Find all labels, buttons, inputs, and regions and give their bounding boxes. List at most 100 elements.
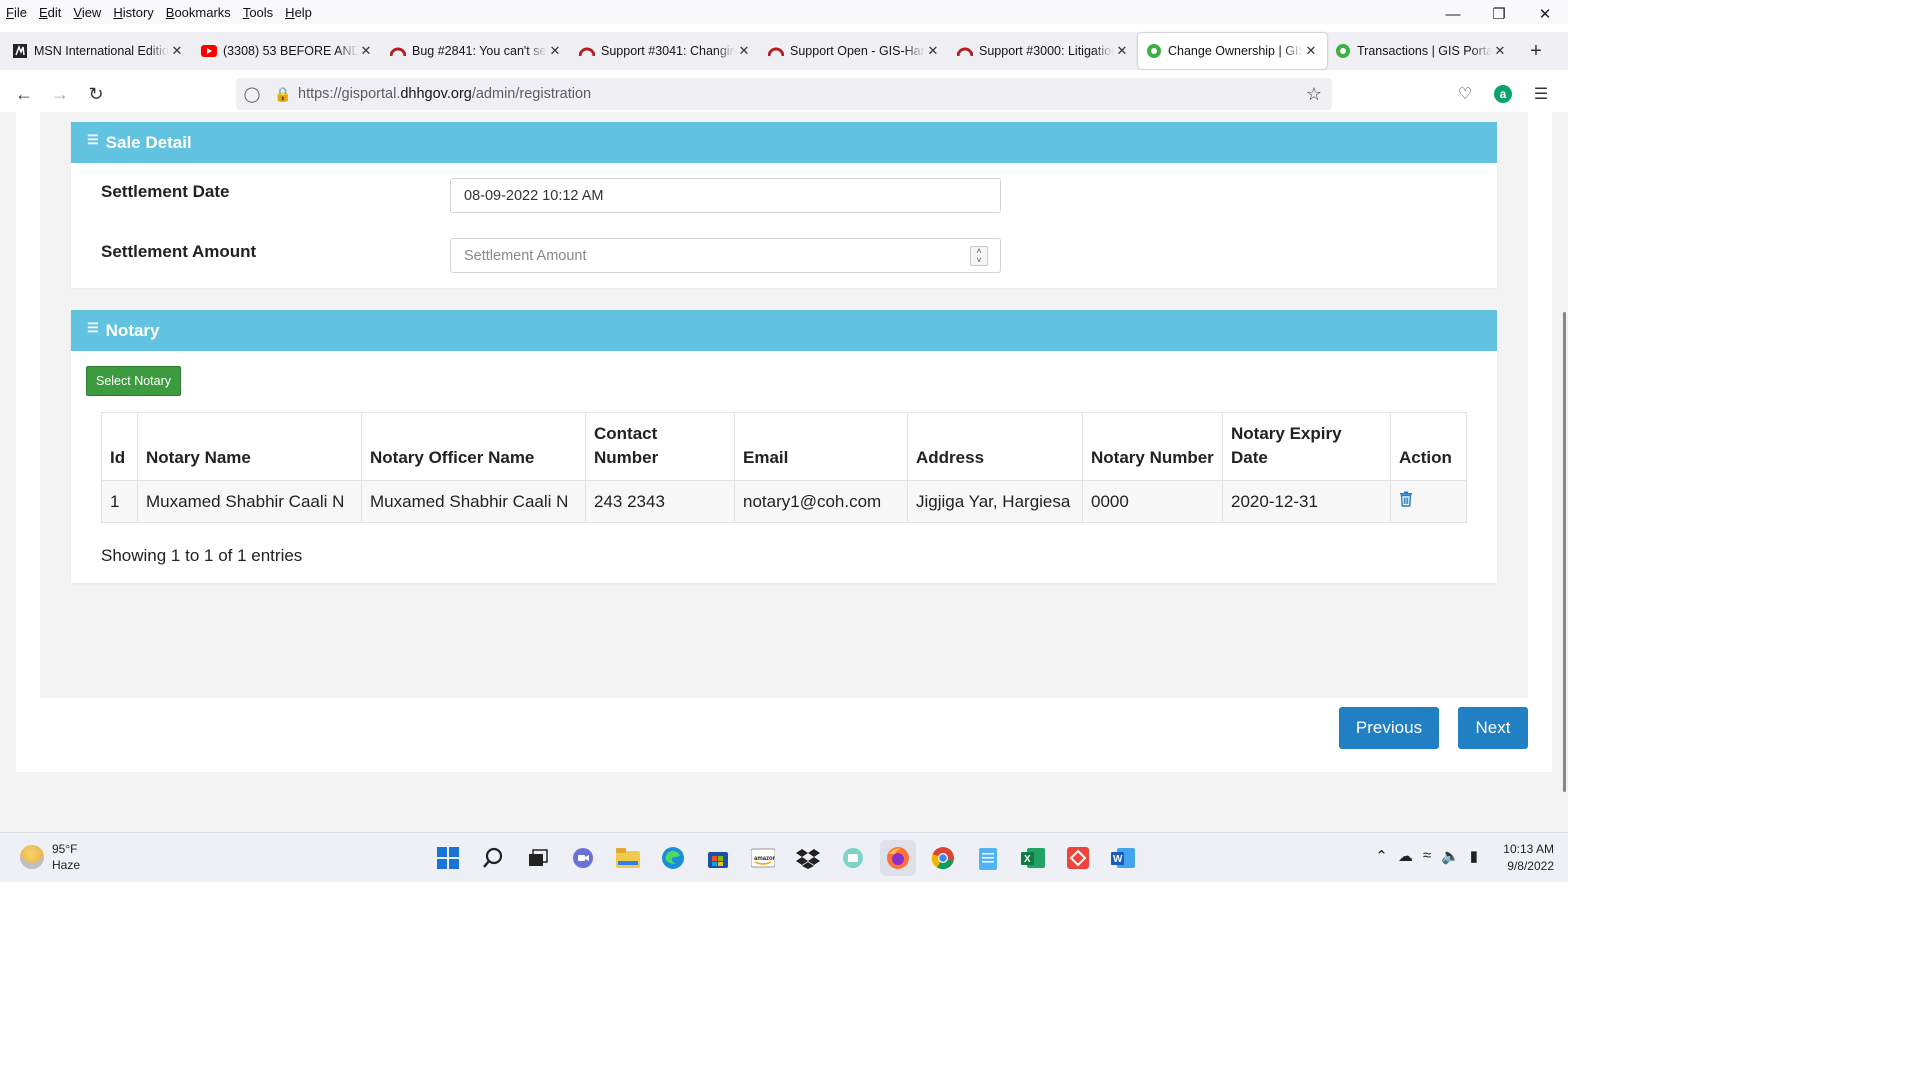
page-scrollbar[interactable]: [1560, 112, 1568, 832]
hamburger-menu-icon[interactable]: ☰: [1522, 78, 1560, 110]
close-tab-icon[interactable]: ✕: [1114, 43, 1130, 59]
column-header[interactable]: Email: [734, 412, 908, 481]
tab-transactions[interactable]: Transactions | GIS Portal ✕: [1327, 33, 1516, 69]
column-header[interactable]: Notary Expiry Date: [1222, 412, 1391, 481]
scrollbar-thumb[interactable]: [1563, 312, 1566, 792]
search-icon[interactable]: [475, 840, 511, 876]
file-explorer-icon[interactable]: [610, 840, 646, 876]
new-tab-icon[interactable]: +: [1518, 40, 1554, 63]
select-notary-button[interactable]: Select Notary: [86, 366, 181, 396]
trash-icon[interactable]: [1399, 491, 1413, 512]
edge-icon[interactable]: [655, 840, 691, 876]
tab-change-ownership[interactable]: Change Ownership | GIS Portal ✕: [1138, 33, 1327, 69]
url-bar[interactable]: ◯ 🔒 https://gisportal. dhhgov.org/admin/r…: [236, 78, 1332, 110]
clock-time: 10:13 AM: [1503, 842, 1554, 856]
menu-history[interactable]: History: [113, 5, 153, 20]
teams-chat-icon[interactable]: [565, 840, 601, 876]
minimize-icon[interactable]: —: [1430, 0, 1476, 28]
menu-file[interactable]: File: [6, 5, 27, 20]
column-header[interactable]: Notary Officer Name: [361, 412, 586, 481]
shield-icon[interactable]: ◯: [236, 85, 268, 103]
url-domain: dhhgov.org: [400, 86, 472, 102]
url-prefix: https://gisportal.: [298, 86, 401, 102]
taskbar-apps: amazon X W: [430, 840, 1150, 876]
tab-title: Transactions | GIS Portal: [1357, 44, 1492, 58]
amazon-icon[interactable]: amazon: [745, 840, 781, 876]
column-header[interactable]: Action: [1390, 412, 1467, 481]
table-info: Showing 1 to 1 of 1 entries: [101, 546, 303, 565]
close-tab-icon[interactable]: ✕: [169, 43, 185, 59]
previous-button[interactable]: Previous: [1339, 707, 1439, 749]
chevron-up-icon[interactable]: ⌃: [1375, 847, 1388, 865]
action-cell: [1390, 480, 1467, 523]
next-button[interactable]: Next: [1458, 707, 1528, 749]
notary-name-cell: Muxamed Shabhir Caali N: [137, 480, 362, 523]
maximize-icon[interactable]: ❐: [1476, 0, 1522, 28]
sale-detail-header: ☰ Sale Detail: [71, 122, 1497, 163]
column-header[interactable]: Contact Number: [585, 412, 735, 481]
wifi-icon[interactable]: ≈: [1423, 847, 1431, 865]
column-header[interactable]: Address: [907, 412, 1083, 481]
chrome-icon[interactable]: [925, 840, 961, 876]
back-icon[interactable]: ←: [6, 78, 42, 110]
messaging-icon[interactable]: [835, 840, 871, 876]
volume-icon[interactable]: 🔈: [1441, 847, 1460, 865]
settlement-amount-row: Settlement Amount Settlement Amount ˄ ˅: [71, 238, 1497, 298]
column-header[interactable]: Notary Name: [137, 412, 362, 481]
lock-icon[interactable]: 🔒: [268, 86, 298, 103]
tab-msn[interactable]: MSN International Edition ✕: [4, 33, 193, 69]
close-tab-icon[interactable]: ✕: [358, 43, 374, 59]
weather-haze-icon: [20, 845, 44, 869]
page-content: ☰ Sale Detail Settlement Date 08-09-2022…: [0, 112, 1568, 832]
close-tab-icon[interactable]: ✕: [736, 43, 752, 59]
settlement-date-input[interactable]: 08-09-2022 10:12 AM: [450, 178, 1001, 213]
tab-support-3041[interactable]: Support #3041: Changing ✕: [571, 33, 760, 69]
column-header[interactable]: Notary Number: [1082, 412, 1223, 481]
battery-icon[interactable]: ▮: [1470, 847, 1478, 865]
menu-tools[interactable]: Tools: [243, 5, 273, 20]
close-tab-icon[interactable]: ✕: [925, 43, 941, 59]
settlement-amount-input[interactable]: Settlement Amount ˄ ˅: [450, 238, 1001, 273]
column-header[interactable]: Id: [101, 412, 138, 481]
menu-edit[interactable]: Edit: [39, 5, 61, 20]
tab-support-open[interactable]: Support Open - GIS-Hargeisa ✕: [760, 33, 949, 69]
word-icon[interactable]: W: [1105, 840, 1141, 876]
settlement-date-row: Settlement Date 08-09-2022 10:12 AM: [71, 178, 1497, 238]
close-tab-icon[interactable]: ✕: [547, 43, 563, 59]
onedrive-icon[interactable]: ☁: [1398, 847, 1413, 865]
account-icon[interactable]: a: [1484, 78, 1522, 110]
task-view-icon[interactable]: [520, 840, 556, 876]
firefox-icon[interactable]: [880, 840, 916, 876]
tab-support-3000[interactable]: Support #3000: Litigation ✕: [949, 33, 1138, 69]
menu-help[interactable]: Help: [285, 5, 312, 20]
notary-table: Id Notary Name Notary Officer Name Conta…: [101, 412, 1467, 523]
microsoft-store-icon[interactable]: [700, 840, 736, 876]
window-controls: — ❐ ✕: [1430, 0, 1568, 28]
toolbar-right: ♡ a ☰: [1446, 78, 1560, 110]
close-window-icon[interactable]: ✕: [1522, 0, 1568, 28]
notary-title: Notary: [105, 320, 160, 340]
system-clock[interactable]: 10:13 AM 9/8/2022: [1503, 841, 1554, 875]
expiry-date-cell: 2020-12-31: [1222, 480, 1391, 523]
close-tab-icon[interactable]: ✕: [1492, 43, 1508, 59]
bookmark-star-icon[interactable]: ☆: [1306, 84, 1322, 105]
anydesk-icon[interactable]: [1060, 840, 1096, 876]
reload-icon[interactable]: ↻: [78, 78, 114, 110]
tab-youtube[interactable]: (3308) 53 BEFORE AND AFTER ✕: [193, 33, 382, 69]
notepad-icon[interactable]: [970, 840, 1006, 876]
tab-bug-2841[interactable]: Bug #2841: You can't select ✕: [382, 33, 571, 69]
sale-detail-panel: ☰ Sale Detail Settlement Date 08-09-2022…: [71, 122, 1497, 288]
tab-title: MSN International Edition: [34, 44, 169, 58]
contact-number-cell: 243 2343: [585, 480, 735, 523]
windows-start-icon[interactable]: [430, 840, 466, 876]
close-tab-icon[interactable]: ✕: [1303, 43, 1319, 59]
weather-widget[interactable]: 95°F Haze: [20, 841, 80, 873]
number-spinner-icon[interactable]: ˄ ˅: [970, 246, 988, 266]
pocket-icon[interactable]: ♡: [1446, 78, 1484, 110]
menu-view[interactable]: View: [73, 5, 101, 20]
dropbox-icon[interactable]: [790, 840, 826, 876]
menu-bookmarks[interactable]: Bookmarks: [166, 5, 231, 20]
excel-icon[interactable]: X: [1015, 840, 1051, 876]
svg-text:amazon: amazon: [754, 856, 775, 862]
forward-icon[interactable]: →: [42, 78, 78, 110]
